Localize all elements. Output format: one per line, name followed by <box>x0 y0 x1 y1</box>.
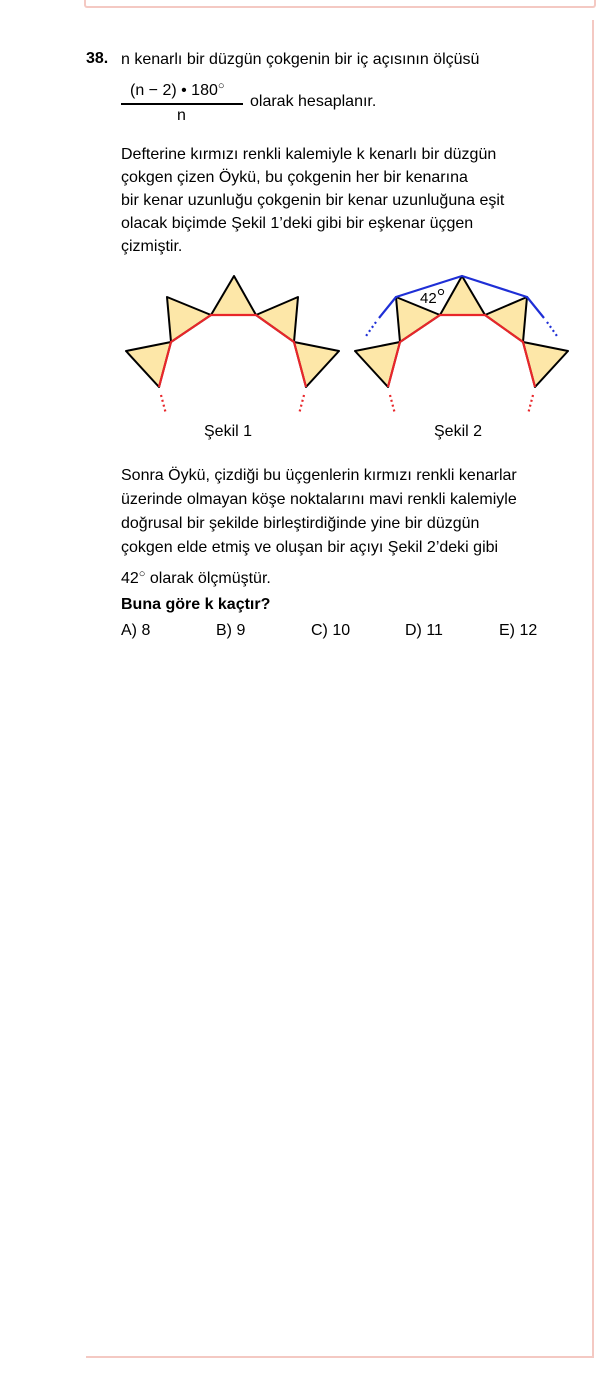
dotted-continuation <box>159 394 168 415</box>
question-ask: Buna göre k kaçtır? <box>121 596 271 613</box>
degree-mark <box>437 288 445 296</box>
figure2-caption: Şekil 2 <box>434 423 483 440</box>
paragraph2-line1: Sonra Öykü, çizdiği bu üçgenlerin kırmız… <box>121 467 517 484</box>
option-a[interactable]: A) 8 <box>121 622 150 640</box>
question-intro: n kenarlı bir düzgün çokgenin bir iç açı… <box>121 51 480 68</box>
paragraph2-line3: doğrusal bir şekilde birleştirdiğinde yi… <box>121 515 480 532</box>
dotted-continuation <box>388 394 397 415</box>
triangle <box>210 275 257 316</box>
dotted-continuation <box>526 394 535 415</box>
blue-dotted-continuation <box>546 321 558 337</box>
angle-value: 42 <box>121 570 139 587</box>
fraction-bar <box>121 103 243 105</box>
page-frame-top <box>84 0 596 8</box>
figures-diagram: 42 <box>125 274 569 415</box>
paragraph2-line5: 42○ olarak ölçmüştür. <box>121 568 271 587</box>
option-c[interactable]: C) 10 <box>311 622 350 640</box>
paragraph2-line4: çokgen elde etmiş ve oluşan bir açıyı Şe… <box>121 539 499 556</box>
figure1-caption: Şekil 1 <box>204 423 253 440</box>
option-e[interactable]: E) 12 <box>499 622 537 640</box>
page-frame-right <box>592 20 594 1356</box>
figure2: 42 <box>354 274 569 415</box>
option-b[interactable]: B) 9 <box>216 622 245 640</box>
formula-numerator: (n − 2) • 180○ <box>130 80 225 99</box>
question-number: 38. <box>86 50 109 67</box>
page-frame-bottom <box>86 1356 594 1358</box>
paragraph1-line2: çokgen çizen Öykü, bu çokgenin her bir k… <box>121 169 468 186</box>
paragraph1-line5: çizmiştir. <box>121 238 183 255</box>
paragraph1-line3: bir kenar uzunluğu çokgenin bir kenar uz… <box>121 192 505 209</box>
angle-label: 42 <box>420 290 437 307</box>
dotted-continuation <box>297 394 306 415</box>
formula-after-text: olarak hesaplanır. <box>250 93 377 110</box>
formula-denominator: n <box>177 107 186 124</box>
option-d[interactable]: D) 11 <box>405 622 443 640</box>
blue-dotted-continuation <box>365 321 377 337</box>
paragraph2-line5-text: olarak ölçmüştür. <box>149 570 271 587</box>
paragraph1-line1: Defterine kırmızı renkli kalemiyle k ken… <box>121 146 497 163</box>
paragraph2-line2: üzerinde olmayan köşe noktalarını mavi r… <box>121 491 517 508</box>
figure1 <box>125 275 340 415</box>
paragraph1-line4: olacak biçimde Şekil 1’deki gibi bir eşk… <box>121 215 474 232</box>
